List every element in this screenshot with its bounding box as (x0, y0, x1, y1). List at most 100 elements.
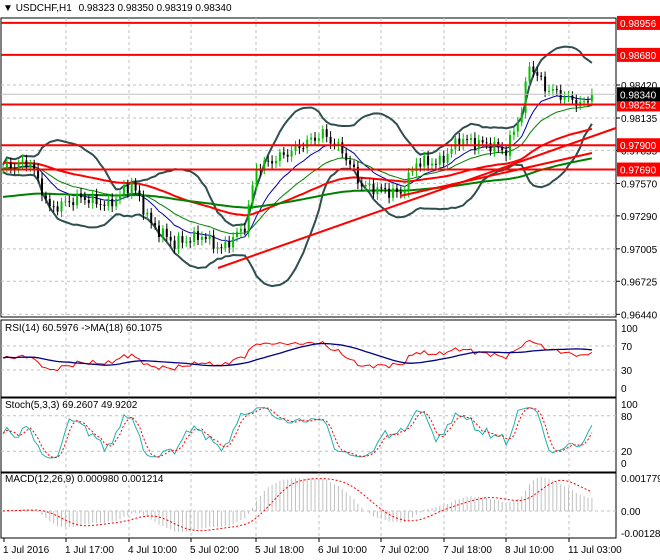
candle (392, 183, 394, 202)
candle (278, 148, 281, 167)
candle (68, 195, 71, 208)
candle-body (278, 152, 281, 161)
candle (516, 116, 519, 137)
candle (438, 152, 441, 170)
candle-body (380, 187, 383, 189)
candle-body (158, 225, 160, 238)
candle (512, 127, 515, 141)
candle-body (442, 155, 445, 163)
candle-body (228, 241, 231, 248)
candle (571, 91, 574, 105)
candle (76, 189, 79, 209)
candle-body (520, 112, 523, 123)
candle (384, 182, 387, 194)
stoch-axis-label: 0 (621, 459, 627, 470)
candle-body (56, 206, 59, 212)
candle (583, 97, 586, 108)
candle (349, 155, 352, 170)
candle (493, 136, 496, 157)
candle-body (271, 161, 274, 164)
time-label: 8 Jul 10:00 (505, 545, 554, 556)
candle (107, 193, 110, 211)
candle (263, 156, 266, 175)
candle-body (399, 191, 402, 194)
ohlc-values: 0.98323 0.98350 0.98319 0.98340 (78, 3, 232, 14)
candle-body (485, 142, 488, 144)
candle-body (17, 163, 20, 170)
candle (403, 185, 406, 199)
candle (314, 131, 316, 145)
candle (298, 139, 301, 154)
bollinger-upper (2, 45, 593, 227)
candle (208, 230, 211, 245)
candle-body (528, 66, 531, 82)
candle (220, 243, 223, 254)
candle (33, 159, 36, 175)
candle (356, 161, 359, 190)
candle-body (466, 139, 469, 141)
candle-body (419, 163, 422, 167)
price-tag-label: 0.98956 (620, 19, 657, 30)
candle (60, 197, 63, 218)
candle-body (91, 194, 94, 204)
candle (158, 220, 160, 243)
rsi-title: RSI(14) 60.5976 ->MA(18) 60.1075 (5, 323, 163, 334)
candle (462, 133, 465, 151)
candle (415, 157, 418, 177)
candle-body (115, 198, 118, 207)
candle-body (321, 129, 324, 139)
candle-body (189, 241, 192, 243)
candle-body (130, 182, 133, 194)
candle-body (532, 66, 535, 73)
candle (72, 197, 75, 211)
candle (232, 232, 235, 253)
candle-body (232, 236, 235, 248)
candle-body (193, 231, 196, 242)
candle (165, 223, 168, 242)
candle-body (220, 247, 223, 249)
candle-body (138, 190, 141, 196)
candle (321, 125, 324, 143)
candle-body (368, 183, 371, 186)
candle (275, 155, 277, 169)
candle-body (126, 185, 129, 194)
candle (271, 155, 274, 169)
collapse-triangle-icon[interactable]: ▼ (3, 3, 13, 14)
rsi-axis-label: 0 (621, 384, 627, 395)
candle (575, 94, 578, 112)
candle-body (142, 195, 145, 215)
candle-body (571, 95, 574, 100)
candle (17, 159, 20, 174)
candle (228, 235, 231, 254)
candle (247, 200, 250, 238)
candle-body (516, 122, 519, 132)
candle-body (247, 204, 250, 232)
candle-body (76, 193, 79, 206)
candle-body (9, 163, 12, 168)
candle (294, 140, 297, 156)
candle (177, 232, 180, 255)
time-label: 6 Jul 10:00 (318, 545, 367, 556)
candle-body (501, 147, 504, 151)
candle (563, 91, 566, 106)
macd-axis-label: 0.00 (621, 507, 641, 518)
candle (411, 166, 414, 176)
candle-body (314, 137, 316, 141)
candle-body (208, 235, 211, 240)
candle-body (551, 89, 554, 91)
candle-body (590, 94, 593, 102)
candle (395, 184, 398, 198)
candle-body (454, 138, 457, 149)
candle-body (536, 72, 539, 76)
candle-body (275, 160, 277, 164)
price-axis-label: 0.98135 (621, 114, 658, 125)
time-label: 7 Jul 02:00 (380, 545, 429, 556)
candle-body (290, 150, 293, 157)
candle-body (185, 241, 188, 243)
stoch-title: Stoch(5,3,3) 69.2607 49.9202 (5, 400, 138, 411)
price-axis-label: 0.96440 (621, 310, 658, 321)
candle-body (411, 170, 414, 173)
rsi-axis-label: 100 (621, 324, 638, 335)
candle-body (177, 236, 180, 249)
candle (80, 188, 82, 204)
